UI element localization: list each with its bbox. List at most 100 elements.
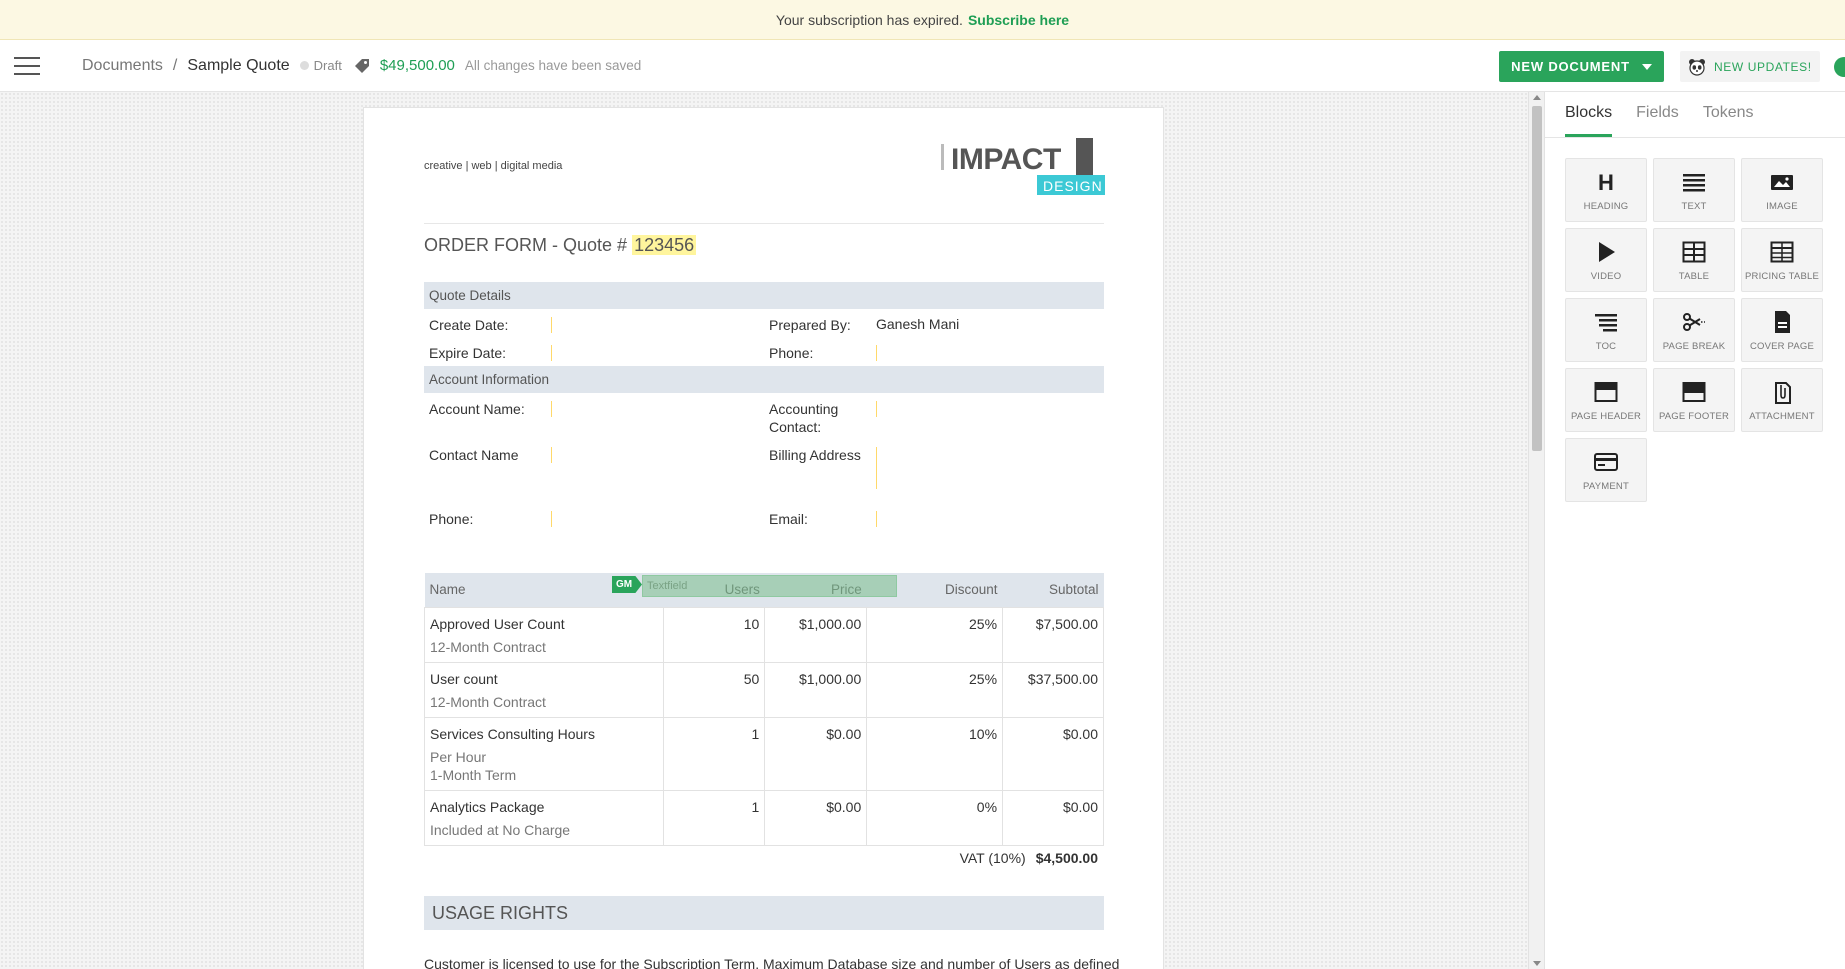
save-status: All changes have been saved <box>464 58 642 73</box>
item-description[interactable]: 12-Month Contract <box>430 693 658 711</box>
tab-tokens[interactable]: Tokens <box>1703 92 1754 137</box>
chevron-down-icon <box>1641 63 1652 70</box>
item-price[interactable]: $1,000.00 <box>764 661 868 718</box>
editor-canvas[interactable]: creative | web | digital media IMPACT DE… <box>0 92 1528 969</box>
account-name-field[interactable] <box>551 401 552 417</box>
breadcrumb-documents[interactable]: Documents <box>82 57 163 75</box>
block-pricing-table[interactable]: PRICING TABLE <box>1741 228 1823 292</box>
item-users[interactable]: 1 <box>662 789 766 846</box>
item-description[interactable]: 12-Month Contract <box>430 638 658 656</box>
image-icon <box>1771 174 1793 190</box>
header-divider <box>424 223 1104 224</box>
status-badge[interactable]: Draft <box>299 58 342 73</box>
block-page-footer[interactable]: PAGE FOOTER <box>1653 368 1735 432</box>
tab-fields[interactable]: Fields <box>1636 92 1679 137</box>
order-title-text: ORDER FORM - Quote # <box>424 235 628 255</box>
tab-blocks[interactable]: Blocks <box>1565 92 1613 137</box>
phone-field[interactable] <box>876 345 877 361</box>
item-description[interactable]: Per Hour <box>430 748 658 766</box>
phone-field-2[interactable] <box>551 511 552 527</box>
block-page-header[interactable]: PAGE HEADER <box>1565 368 1647 432</box>
accounting-contact-field[interactable] <box>876 401 877 417</box>
table-row[interactable]: Approved User Count 12-Month Contract 10 … <box>424 606 1104 663</box>
block-text[interactable]: TEXT <box>1653 158 1735 222</box>
document-title[interactable]: Sample Quote <box>187 57 289 75</box>
new-updates-button[interactable]: NEW UPDATES! <box>1680 51 1820 82</box>
prepared-by-value[interactable]: Ganesh Mani <box>876 316 959 332</box>
table-row[interactable]: User count 12-Month Contract 50 $1,000.00… <box>424 661 1104 718</box>
block-attachment[interactable]: ATTACHMENT <box>1741 368 1823 432</box>
order-form-title[interactable]: ORDER FORM - Quote # 123456 <box>424 235 697 256</box>
block-page-break[interactable]: PAGE BREAK <box>1653 298 1735 362</box>
block-label: PAGE HEADER <box>1570 410 1642 422</box>
quote-number[interactable]: 123456 <box>632 235 697 255</box>
item-price[interactable]: $1,000.00 <box>764 606 868 663</box>
breadcrumb: Documents / Sample Quote <box>82 57 290 75</box>
billing-address-label: Billing Address <box>769 447 861 463</box>
scroll-up-icon[interactable] <box>1533 95 1541 100</box>
document-price: $49,500.00 <box>379 57 455 74</box>
vat-value: $4,500.00 <box>1035 850 1098 866</box>
item-discount[interactable]: 25% <box>866 606 1004 663</box>
expire-date-field[interactable] <box>551 345 552 361</box>
block-image[interactable]: IMAGE <box>1741 158 1823 222</box>
menu-icon[interactable] <box>14 56 40 75</box>
quote-details-header[interactable]: Quote Details <box>424 282 1104 309</box>
item-users[interactable]: 50 <box>662 661 766 718</box>
billing-address-field[interactable] <box>876 447 877 489</box>
item-discount[interactable]: 0% <box>866 789 1004 846</box>
block-label: HEADING <box>1583 200 1629 212</box>
avatar[interactable] <box>1834 57 1845 77</box>
account-information-header[interactable]: Account Information <box>424 366 1104 393</box>
table-row[interactable]: Services Consulting Hours Per Hour 1-Month… <box>424 716 1104 791</box>
item-users[interactable]: 1 <box>662 716 766 791</box>
item-discount[interactable]: 10% <box>866 716 1004 791</box>
item-name[interactable]: Analytics Package <box>430 798 658 816</box>
canvas-scrollbar[interactable] <box>1528 92 1544 969</box>
price-tag-icon[interactable] <box>354 58 370 74</box>
item-price[interactable]: $0.00 <box>764 789 868 846</box>
block-table[interactable]: TABLE <box>1653 228 1735 292</box>
item-term[interactable]: 1-Month Term <box>430 766 658 784</box>
email-field[interactable] <box>876 511 877 527</box>
attachment-icon <box>1775 381 1791 404</box>
block-cover-page[interactable]: COVER PAGE <box>1741 298 1823 362</box>
block-heading[interactable]: H HEADING <box>1565 158 1647 222</box>
table-row[interactable]: Analytics Package Included at No Charge 1… <box>424 789 1104 846</box>
item-name[interactable]: User count <box>430 670 658 688</box>
item-subtotal: $0.00 <box>1002 789 1104 846</box>
pricing-table-icon <box>1770 241 1794 262</box>
new-updates-label: NEW UPDATES! <box>1714 59 1812 74</box>
company-tagline[interactable]: creative | web | digital media <box>424 160 562 172</box>
contact-name-field[interactable] <box>551 447 552 463</box>
scrollbar-thumb[interactable] <box>1532 106 1542 451</box>
item-name[interactable]: Services Consulting Hours <box>430 725 658 743</box>
expire-date-label: Expire Date: <box>429 345 507 361</box>
phone-label: Phone: <box>769 345 814 361</box>
subscribe-link[interactable]: Subscribe here <box>968 12 1069 28</box>
scroll-down-icon[interactable] <box>1533 961 1541 966</box>
item-discount[interactable]: 25% <box>866 661 1004 718</box>
item-description[interactable]: Included at No Charge <box>430 821 658 839</box>
pricing-table[interactable]: Name Users Price Discount Subtotal Appro… <box>424 573 1104 846</box>
block-label: TABLE <box>1678 270 1710 282</box>
block-video[interactable]: VIDEO <box>1565 228 1647 292</box>
blocks-grid: H HEADING TEXT IMAGE VIDEO TABLE PRICING… <box>1565 158 1835 502</box>
new-document-button[interactable]: NEW DOCUMENT <box>1499 51 1664 82</box>
usage-rights-text[interactable]: Customer is licensed to use for the Subs… <box>424 956 1119 969</box>
create-date-field[interactable] <box>551 317 552 333</box>
block-label: COVER PAGE <box>1749 340 1815 352</box>
usage-rights-heading[interactable]: USAGE RIGHTS <box>424 896 1104 930</box>
textfield-drag-overlay[interactable]: GM Textfield <box>612 575 897 597</box>
block-toc[interactable]: TOC <box>1565 298 1647 362</box>
document-page[interactable]: creative | web | digital media IMPACT DE… <box>363 107 1164 969</box>
create-date-label: Create Date: <box>429 317 509 333</box>
item-name[interactable]: Approved User Count <box>430 615 658 633</box>
textfield-placeholder[interactable]: Textfield <box>642 575 897 597</box>
impact-design-logo[interactable]: IMPACT DESIGN <box>941 138 1105 198</box>
item-price[interactable]: $0.00 <box>764 716 868 791</box>
content-library-panel: Blocks Fields Tokens H HEADING TEXT IMAG… <box>1544 92 1845 969</box>
text-icon <box>1683 173 1705 191</box>
item-users[interactable]: 10 <box>662 606 766 663</box>
block-payment[interactable]: PAYMENT <box>1565 438 1647 502</box>
